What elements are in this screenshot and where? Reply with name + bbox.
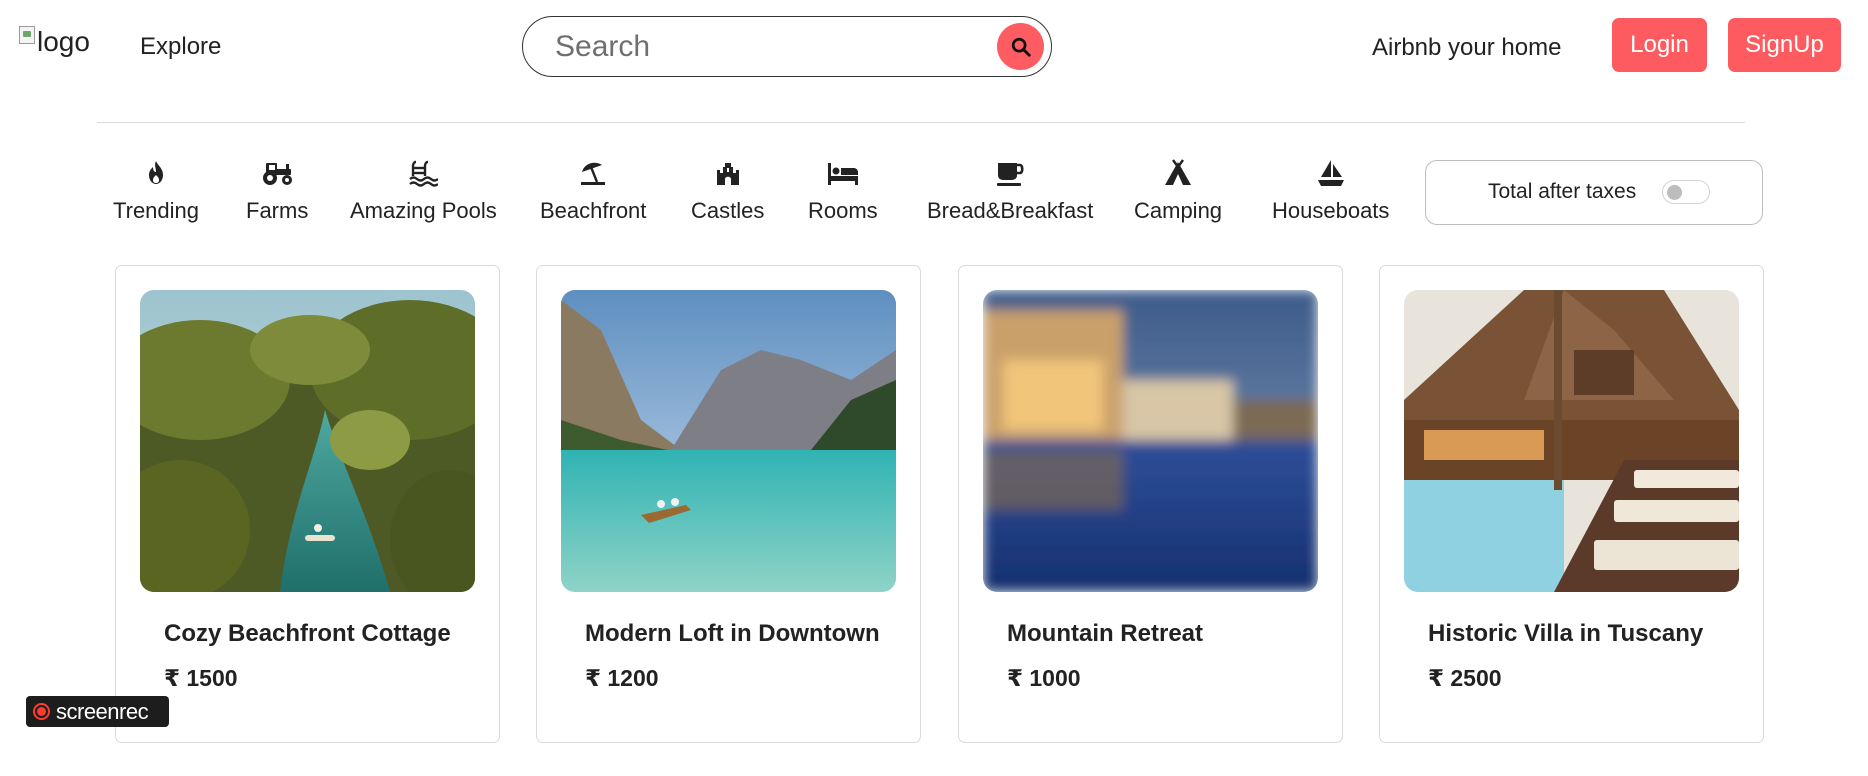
filter-castles[interactable]: Castles [691,158,764,224]
listing-price: ₹ 1000 [1007,665,1081,691]
listing-title: Mountain Retreat [1007,620,1204,647]
listing-price: ₹ 1200 [585,665,659,691]
pool-icon [409,160,439,187]
listing-card[interactable]: Mountain Retreat ₹ 1000 [958,265,1343,743]
filter-label: Farms [246,198,309,223]
listing-image[interactable] [561,290,896,592]
airbnb-your-home-link[interactable]: Airbnb your home [1372,34,1561,62]
filter-houseboats[interactable]: Houseboats [1272,158,1389,224]
record-icon [33,703,50,720]
explore-link[interactable]: Explore [140,33,221,61]
listing-title: Historic Villa in Tuscany [1428,620,1704,647]
filter-label: Beachfront [540,198,647,223]
search-icon [1011,37,1031,57]
filter-label: Castles [691,198,765,223]
castle-icon [716,163,739,185]
filter-label: Rooms [808,198,878,223]
filter-beachfront[interactable]: Beachfront [540,158,646,224]
header-divider [97,122,1745,123]
listing-image[interactable] [983,290,1318,592]
listing-price: ₹ 2500 [1428,665,1502,691]
listing-image[interactable] [140,290,475,592]
tax-toggle-label: Total after taxes [1488,180,1637,203]
logo[interactable]: logo [19,26,90,58]
filter-farms[interactable]: Farms [246,158,308,224]
umbrella-beach-icon [581,162,606,185]
listing-title: Modern Loft in Downtown [585,620,880,647]
listing-card[interactable]: Cozy Beachfront Cottage ₹ 1500 [115,265,500,743]
filter-label: Trending [113,198,200,223]
mountain-lake-image [561,290,896,592]
filter-label: Houseboats [1272,198,1390,223]
listing-price: ₹ 1500 [164,665,238,691]
tax-toggle-box: Total after taxes [1425,160,1763,225]
filter-label: Amazing Pools [350,198,497,223]
logo-alt-text: logo [37,26,90,57]
tractor-icon [263,163,293,185]
tax-toggle-switch[interactable] [1662,180,1710,204]
listing-title: Cozy Beachfront Cottage [164,620,451,647]
login-button[interactable]: Login [1612,18,1707,72]
signup-button[interactable]: SignUp [1728,18,1841,72]
listing-card[interactable]: Historic Villa in Tuscany ₹ 2500 [1379,265,1764,743]
screenrec-badge: screenrec [26,696,169,727]
navbar: logo Explore Airbnb your home Login Sign… [0,0,1868,96]
tropical-river-image [140,290,475,592]
listing-card[interactable]: Modern Loft in Downtown ₹ 1200 [536,265,921,743]
search-bar [522,16,1052,77]
search-button[interactable] [997,23,1044,70]
screenrec-label: screenrec [56,698,149,724]
fire-icon [149,161,163,184]
listing-image[interactable] [1404,290,1739,592]
filter-label: Bread&Breakfast [927,198,1094,223]
filter-camping[interactable]: Camping [1134,158,1222,224]
search-input[interactable] [555,29,975,64]
broken-image-icon [19,26,35,44]
villa-pool-image [1404,290,1739,592]
sailboat-icon [1317,160,1344,186]
filter-trending[interactable]: Trending [113,158,199,224]
filter-label: Camping [1134,198,1223,223]
tent-icon [1165,159,1192,185]
bed-icon [827,163,858,185]
filter-rooms[interactable]: Rooms [808,158,878,224]
resort-pool-image [983,290,1318,592]
switch-knob [1667,185,1682,200]
filter-amazing-pools[interactable]: Amazing Pools [350,158,497,224]
mug-icon [997,163,1024,186]
filter-bread-breakfast[interactable]: Bread&Breakfast [927,158,1093,224]
